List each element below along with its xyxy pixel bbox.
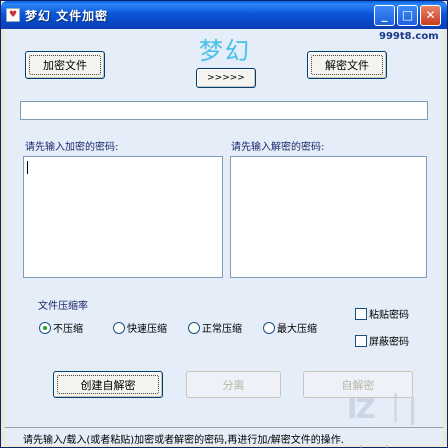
arrow-button[interactable]: >>>>>: [196, 68, 256, 88]
decrypt-file-button[interactable]: 解密文件: [307, 51, 387, 79]
create-self-decrypt-label: 创建自解密: [57, 375, 159, 394]
text-caret: [27, 161, 28, 174]
create-self-decrypt-button[interactable]: 创建自解密: [53, 371, 163, 398]
split-button[interactable]: 分离: [186, 371, 281, 398]
radio-dot: [39, 321, 51, 334]
hide-password-checkbox[interactable]: 屏蔽密码: [355, 333, 409, 348]
radio-label: 正常压缩: [202, 324, 242, 335]
paste-password-checkbox[interactable]: 粘贴密码: [355, 306, 409, 321]
encrypt-file-button[interactable]: 加密文件: [25, 51, 105, 79]
arrow-label: >>>>>: [207, 73, 245, 83]
minimize-button[interactable]: _: [374, 5, 395, 26]
logo: 梦幻: [199, 37, 251, 65]
radio-label: 快速压缩: [127, 324, 167, 335]
status-bar: 请先输入/载入(或者粘贴)加密或者解密的密码,再进行加/解密文件的操作.: [5, 427, 443, 446]
main-window: ♥ 梦幻 文件加密 _ □ ✕ 999t8.com 加密文件 梦幻 >>>>> …: [0, 0, 448, 448]
checkbox-label: 屏蔽密码: [369, 337, 409, 348]
window-title: 梦幻 文件加密: [25, 9, 109, 23]
file-path-input[interactable]: [20, 101, 428, 120]
radio-label: 最大压缩: [277, 324, 317, 335]
encrypt-password-label: 请先输入加密的密码:: [25, 142, 119, 153]
checkbox-label: 粘贴密码: [369, 310, 409, 321]
maximize-button[interactable]: □: [397, 5, 418, 26]
close-button[interactable]: ✕: [420, 5, 441, 26]
radio-dot: [263, 321, 275, 334]
title-bar[interactable]: ♥ 梦幻 文件加密 _ □ ✕: [1, 1, 447, 29]
split-label: 分离: [222, 378, 245, 392]
decrypt-password-textarea[interactable]: [230, 156, 427, 278]
compression-label: 文件压缩率: [38, 301, 88, 312]
radio-label: 不压缩: [53, 324, 83, 335]
radio-dot: [113, 321, 125, 334]
radio-dot: [188, 321, 200, 334]
radio-fast-compression[interactable]: 快速压缩: [113, 320, 167, 335]
radio-no-compression[interactable]: 不压缩: [39, 320, 83, 335]
decrypt-file-label: 解密文件: [311, 55, 383, 75]
radio-max-compression[interactable]: 最大压缩: [263, 320, 317, 335]
status-text: 请先输入/载入(或者粘贴)加密或者解密的密码,再进行加/解密文件的操作.: [23, 435, 344, 446]
app-icon[interactable]: ♥: [6, 8, 20, 22]
checkbox-box: [355, 307, 367, 320]
decrypt-password-label: 请先输入解密的密码:: [231, 142, 325, 153]
brand-url: 999t8.com: [379, 31, 439, 42]
checkbox-box: [355, 334, 367, 347]
encrypt-file-label: 加密文件: [29, 55, 101, 75]
radio-normal-compression[interactable]: 正常压缩: [188, 320, 242, 335]
encrypt-password-textarea[interactable]: [23, 156, 223, 278]
